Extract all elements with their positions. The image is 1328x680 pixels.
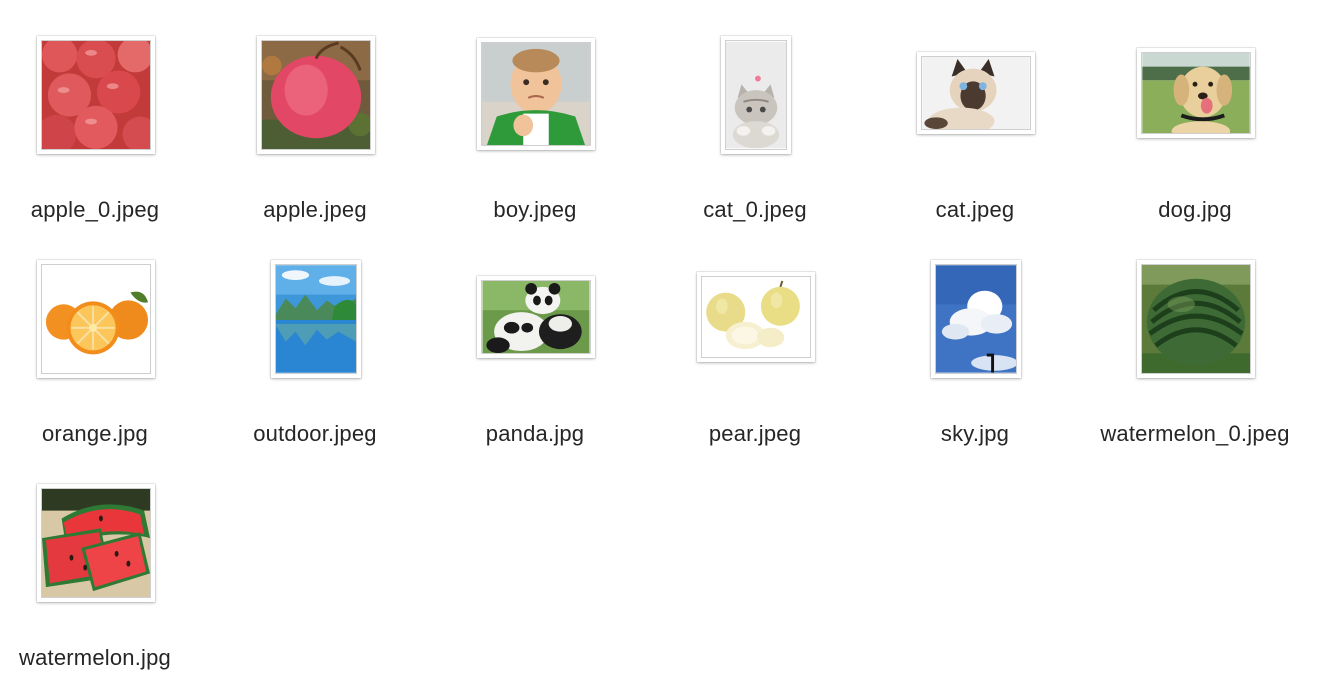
landscape-thumbnail-icon [271, 260, 361, 378]
thumbnail-area [645, 20, 865, 180]
thumbnail-area [0, 20, 205, 180]
oranges-thumbnail-icon [37, 260, 155, 378]
apple-thumbnail-icon [257, 36, 375, 154]
sky-thumbnail-icon [931, 260, 1021, 378]
watermelon-slices-thumbnail-icon [37, 484, 155, 602]
file-item-dog[interactable]: dog.jpg [1085, 20, 1305, 240]
file-item-apple[interactable]: apple.jpeg [205, 20, 425, 240]
file-name: watermelon_0.jpeg [1100, 421, 1290, 446]
file-item-orange[interactable]: orange.jpg [0, 244, 205, 464]
file-item-apple-0[interactable]: apple_0.jpeg [0, 20, 205, 240]
red-apples-thumbnail-icon [37, 36, 155, 154]
thumbnail-area [865, 20, 1085, 180]
file-item-watermelon[interactable]: watermelon.jpg [0, 468, 205, 680]
file-name: apple.jpeg [263, 197, 367, 222]
file-name: pear.jpeg [708, 421, 802, 446]
file-item-outdoor[interactable]: outdoor.jpeg [205, 244, 425, 464]
file-name: cat.jpeg [935, 197, 1015, 222]
thumbnail-area [425, 20, 645, 180]
file-item-watermelon-0[interactable]: watermelon_0.jpeg [1085, 244, 1305, 464]
file-name: cat_0.jpeg [703, 197, 807, 222]
thumbnail-area [205, 244, 425, 404]
file-name: apple_0.jpeg [30, 197, 160, 222]
thumbnail-area [425, 244, 645, 404]
kitten-thumbnail-icon [721, 36, 791, 154]
file-item-boy[interactable]: boy.jpeg [425, 20, 645, 240]
file-name: panda.jpg [485, 421, 585, 446]
file-name: boy.jpeg [493, 197, 577, 222]
file-item-panda[interactable]: panda.jpg [425, 244, 645, 464]
file-icon-grid: apple_0.jpeg apple.jpeg boy.jpeg cat_0.j… [0, 0, 1328, 680]
thumbnail-area [865, 244, 1085, 404]
file-name: outdoor.jpeg [253, 421, 377, 446]
thumbnail-area [205, 20, 425, 180]
thumbnail-area [1085, 20, 1305, 180]
file-item-sky[interactable]: sky.jpg [865, 244, 1085, 464]
thumbnail-area [1085, 244, 1305, 404]
siamese-cat-thumbnail-icon [917, 52, 1035, 134]
dog-thumbnail-icon [1137, 48, 1255, 138]
thumbnail-area [0, 244, 205, 404]
pandas-thumbnail-icon [477, 276, 595, 358]
file-item-pear[interactable]: pear.jpeg [645, 244, 865, 464]
boy-thumbnail-icon [477, 38, 595, 150]
thumbnail-area [645, 244, 865, 404]
watermelon-thumbnail-icon [1137, 260, 1255, 378]
file-name: dog.jpg [1158, 197, 1232, 222]
file-name: sky.jpg [940, 421, 1010, 446]
file-name: watermelon.jpg [19, 645, 171, 670]
file-item-cat-0[interactable]: cat_0.jpeg [645, 20, 865, 240]
pears-thumbnail-icon [697, 272, 815, 362]
file-name: orange.jpg [42, 421, 148, 446]
file-item-cat[interactable]: cat.jpeg [865, 20, 1085, 240]
thumbnail-area [0, 468, 205, 628]
